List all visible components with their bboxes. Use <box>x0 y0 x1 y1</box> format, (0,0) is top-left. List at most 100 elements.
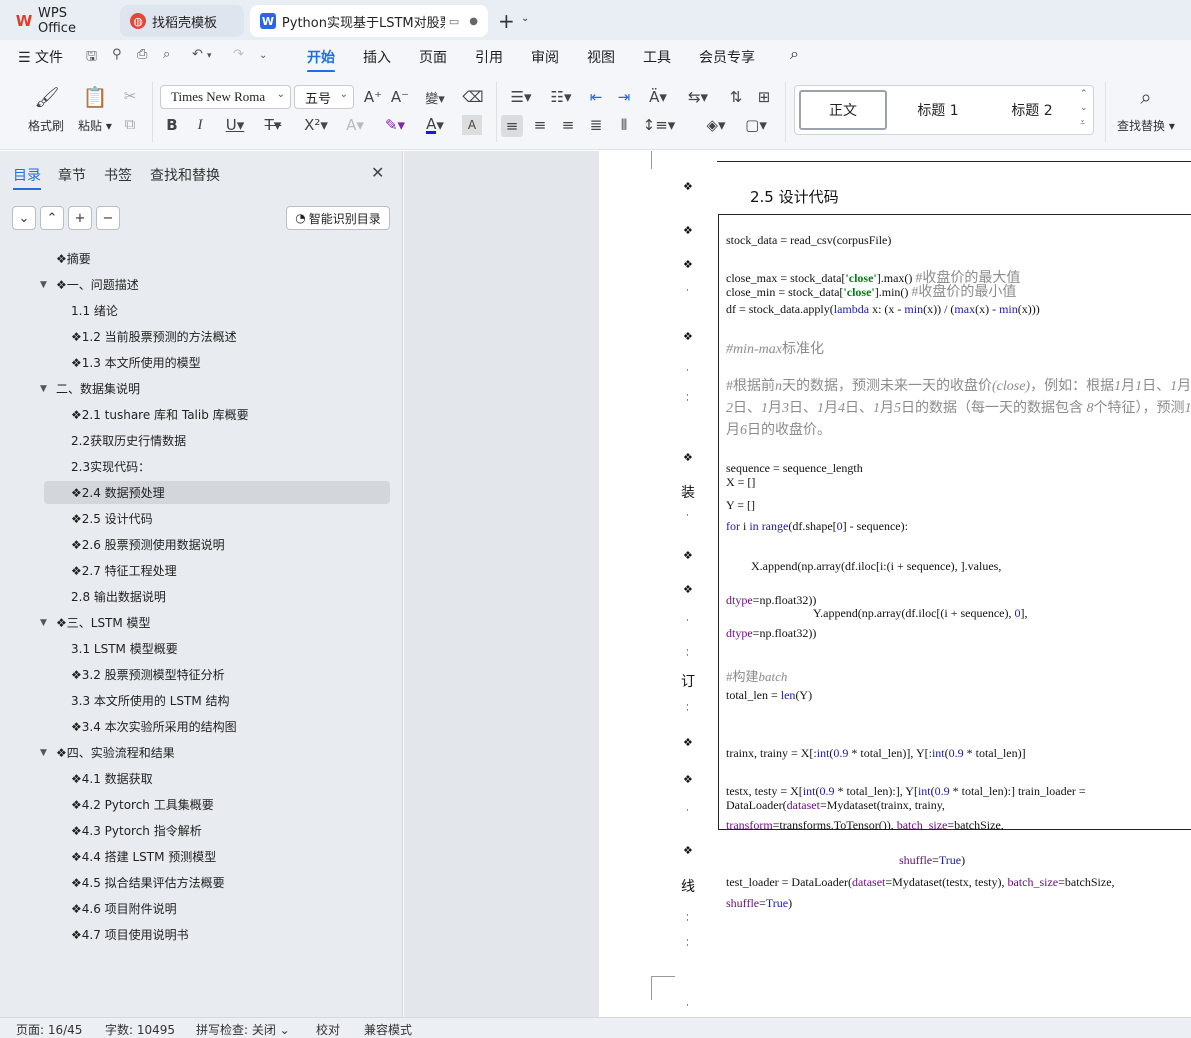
menu-review[interactable]: 审阅 <box>531 47 559 67</box>
toc-item[interactable]: 2.3实现代码： <box>71 456 150 478</box>
menu-member[interactable]: 会员专享 <box>699 47 755 67</box>
menu-home[interactable]: 开始 <box>307 47 335 73</box>
align-right-icon[interactable]: ≡ <box>558 115 578 135</box>
toc-item[interactable]: ❖一、问题描述 <box>56 274 139 296</box>
chevron-down-icon[interactable]: ⌄ <box>521 13 529 24</box>
close-icon[interactable]: ✕ <box>371 163 384 182</box>
underline-icon[interactable]: U▾ <box>220 115 250 135</box>
tab-find-replace[interactable]: 查找和替换 <box>150 165 220 185</box>
expand-toggle-icon[interactable]: ▼ <box>40 612 47 634</box>
bullets-icon[interactable]: ☰▾ <box>505 87 537 107</box>
print-preview-icon[interactable]: ⌕ <box>163 47 170 62</box>
toc-item[interactable]: ❖4.1 数据获取 <box>71 768 153 790</box>
italic-icon[interactable]: I <box>190 115 210 135</box>
clear-format-icon[interactable]: ⌫ <box>462 87 484 107</box>
increase-indent-icon[interactable]: ⇥ <box>614 87 634 107</box>
add-heading-button[interactable]: + <box>68 206 92 230</box>
style-heading-2[interactable]: 标题 2 <box>987 90 1077 130</box>
sort-icon[interactable]: ⇅ <box>726 87 746 107</box>
toc-item[interactable]: ❖三、LSTM 模型 <box>56 612 151 634</box>
expand-up-button[interactable]: ⌃ <box>40 206 64 230</box>
font-size-select[interactable]: 五号 ⌄ <box>294 85 354 109</box>
toc-item[interactable]: ❖3.2 股票预测模型特征分析 <box>71 664 225 686</box>
toc-item[interactable]: ❖1.3 本文所使用的模型 <box>71 352 201 374</box>
unsaved-dot-icon[interactable]: ● <box>469 16 478 27</box>
expand-toggle-icon[interactable]: ▼ <box>40 742 47 764</box>
toc-item[interactable]: 3.1 LSTM 模型概要 <box>71 638 178 660</box>
align-left-icon[interactable]: ≡ <box>501 115 523 137</box>
print-icon[interactable]: ⎙ <box>137 47 147 62</box>
expand-toggle-icon[interactable]: ▼ <box>40 378 47 400</box>
tab-chapters[interactable]: 章节 <box>58 165 86 185</box>
link-icon[interactable]: ⚲ <box>112 47 122 62</box>
proofread[interactable]: 校对 <box>316 1021 340 1038</box>
copy-icon[interactable]: ⧉ <box>120 114 140 134</box>
search-icon[interactable]: ⌕ <box>790 44 799 64</box>
toc-item[interactable]: ❖1.2 当前股票预测的方法概述 <box>71 326 237 348</box>
tab-toc[interactable]: 目录 <box>13 165 41 190</box>
menu-view[interactable]: 视图 <box>587 47 615 67</box>
toc-item[interactable]: ❖4.7 项目使用说明书 <box>71 924 189 946</box>
toc-item-selected[interactable]: ❖2.4 数据预处理 <box>71 482 165 504</box>
shading-icon[interactable]: ◈▾ <box>700 115 732 135</box>
toc-item[interactable]: ❖3.4 本次实验所采用的结构图 <box>71 716 237 738</box>
spell-check[interactable]: 拼写检查: 关闭 ⌄ <box>196 1021 290 1038</box>
menu-references[interactable]: 引用 <box>475 47 503 67</box>
line-spacing-icon[interactable]: ↕≡▾ <box>643 115 676 135</box>
more-icon[interactable]: ⌄ <box>259 50 267 61</box>
toc-item[interactable]: ❖4.5 拟合结果评估方法概要 <box>71 872 225 894</box>
collapse-all-button[interactable]: ⌄ <box>12 206 36 230</box>
toc-item[interactable]: ❖4.4 搭建 LSTM 预测模型 <box>71 846 216 868</box>
text-effect-icon[interactable]: A▾ <box>340 115 370 135</box>
expand-toggle-icon[interactable]: ▼ <box>40 274 47 296</box>
tab-bookmarks[interactable]: 书签 <box>104 165 132 185</box>
scroll-down-icon[interactable]: ⌄ <box>1080 103 1088 113</box>
font-color-icon[interactable]: A ▾ <box>420 115 450 135</box>
save-icon[interactable]: 🖫 <box>86 47 97 69</box>
cut-icon[interactable]: ✂ <box>120 86 140 106</box>
style-heading-1[interactable]: 标题 1 <box>893 90 983 130</box>
char-shading-icon[interactable]: A <box>462 115 482 135</box>
format-painter-label[interactable]: 格式刷 <box>28 117 64 134</box>
align-center-icon[interactable]: ≡ <box>530 115 550 135</box>
page-count[interactable]: 页面: 16/45 <box>16 1021 82 1038</box>
smart-toc-button[interactable]: ◔ 智能识别目录 <box>286 206 390 230</box>
show-marks-icon[interactable]: ⊞ <box>754 87 774 107</box>
distributed-icon[interactable]: ⫴ <box>614 115 634 135</box>
text-direction-icon[interactable]: ⇆▾ <box>683 87 713 107</box>
toc-item[interactable]: ❖四、实验流程和结果 <box>56 742 175 764</box>
strikethrough-icon[interactable]: T▾ <box>258 115 288 135</box>
undo-dropdown-icon[interactable]: ▾ <box>207 51 212 61</box>
file-menu[interactable]: ☰ 文件 <box>18 47 63 67</box>
grow-font-icon[interactable]: A⁺ <box>362 87 384 107</box>
redo-icon[interactable]: ↷ <box>233 47 244 62</box>
undo-icon[interactable]: ↶ <box>192 47 203 62</box>
search-icon[interactable]: ⌕ <box>1133 84 1159 110</box>
bold-icon[interactable]: B <box>162 115 182 135</box>
font-name-select[interactable]: Times New Roma ⌄ <box>160 85 291 109</box>
phonetic-guide-icon[interactable]: 變▾ <box>420 87 450 107</box>
toc-item[interactable]: ❖摘要 <box>56 248 91 270</box>
word-count[interactable]: 字数: 10495 <box>105 1021 175 1038</box>
format-painter-icon[interactable]: 🖌 <box>34 84 60 110</box>
shrink-font-icon[interactable]: A⁻ <box>389 87 411 107</box>
tab-docer[interactable]: ◍ 找稻壳模板 <box>120 5 244 37</box>
menu-tools[interactable]: 工具 <box>643 47 671 67</box>
toc-item[interactable]: 1.1 绪论 <box>71 300 118 322</box>
toc-item[interactable]: ❖4.3 Pytorch 指令解析 <box>71 820 202 842</box>
decrease-indent-icon[interactable]: ⇤ <box>586 87 606 107</box>
toc-item[interactable]: ❖2.7 特征工程处理 <box>71 560 177 582</box>
remove-heading-button[interactable]: − <box>96 206 120 230</box>
toc-item[interactable]: 2.2获取历史行情数据 <box>71 430 186 452</box>
new-tab-icon[interactable]: + <box>498 9 515 33</box>
borders-icon[interactable]: ▢▾ <box>740 115 772 135</box>
menu-page[interactable]: 页面 <box>419 47 447 67</box>
toc-item[interactable]: 3.3 本文所使用的 LSTM 结构 <box>71 690 230 712</box>
tab-document[interactable]: W Python实现基于LSTM对股票走 ▭ ● <box>250 5 488 37</box>
scroll-up-icon[interactable]: ⌃ <box>1080 89 1088 99</box>
chinese-layout-icon[interactable]: Ä▾ <box>643 87 673 107</box>
expand-gallery-icon[interactable]: ⩡ <box>1080 118 1085 128</box>
toc-item[interactable]: ❖2.5 设计代码 <box>71 508 153 530</box>
style-normal[interactable]: 正文 <box>799 90 887 130</box>
superscript-icon[interactable]: X²▾ <box>300 115 332 135</box>
